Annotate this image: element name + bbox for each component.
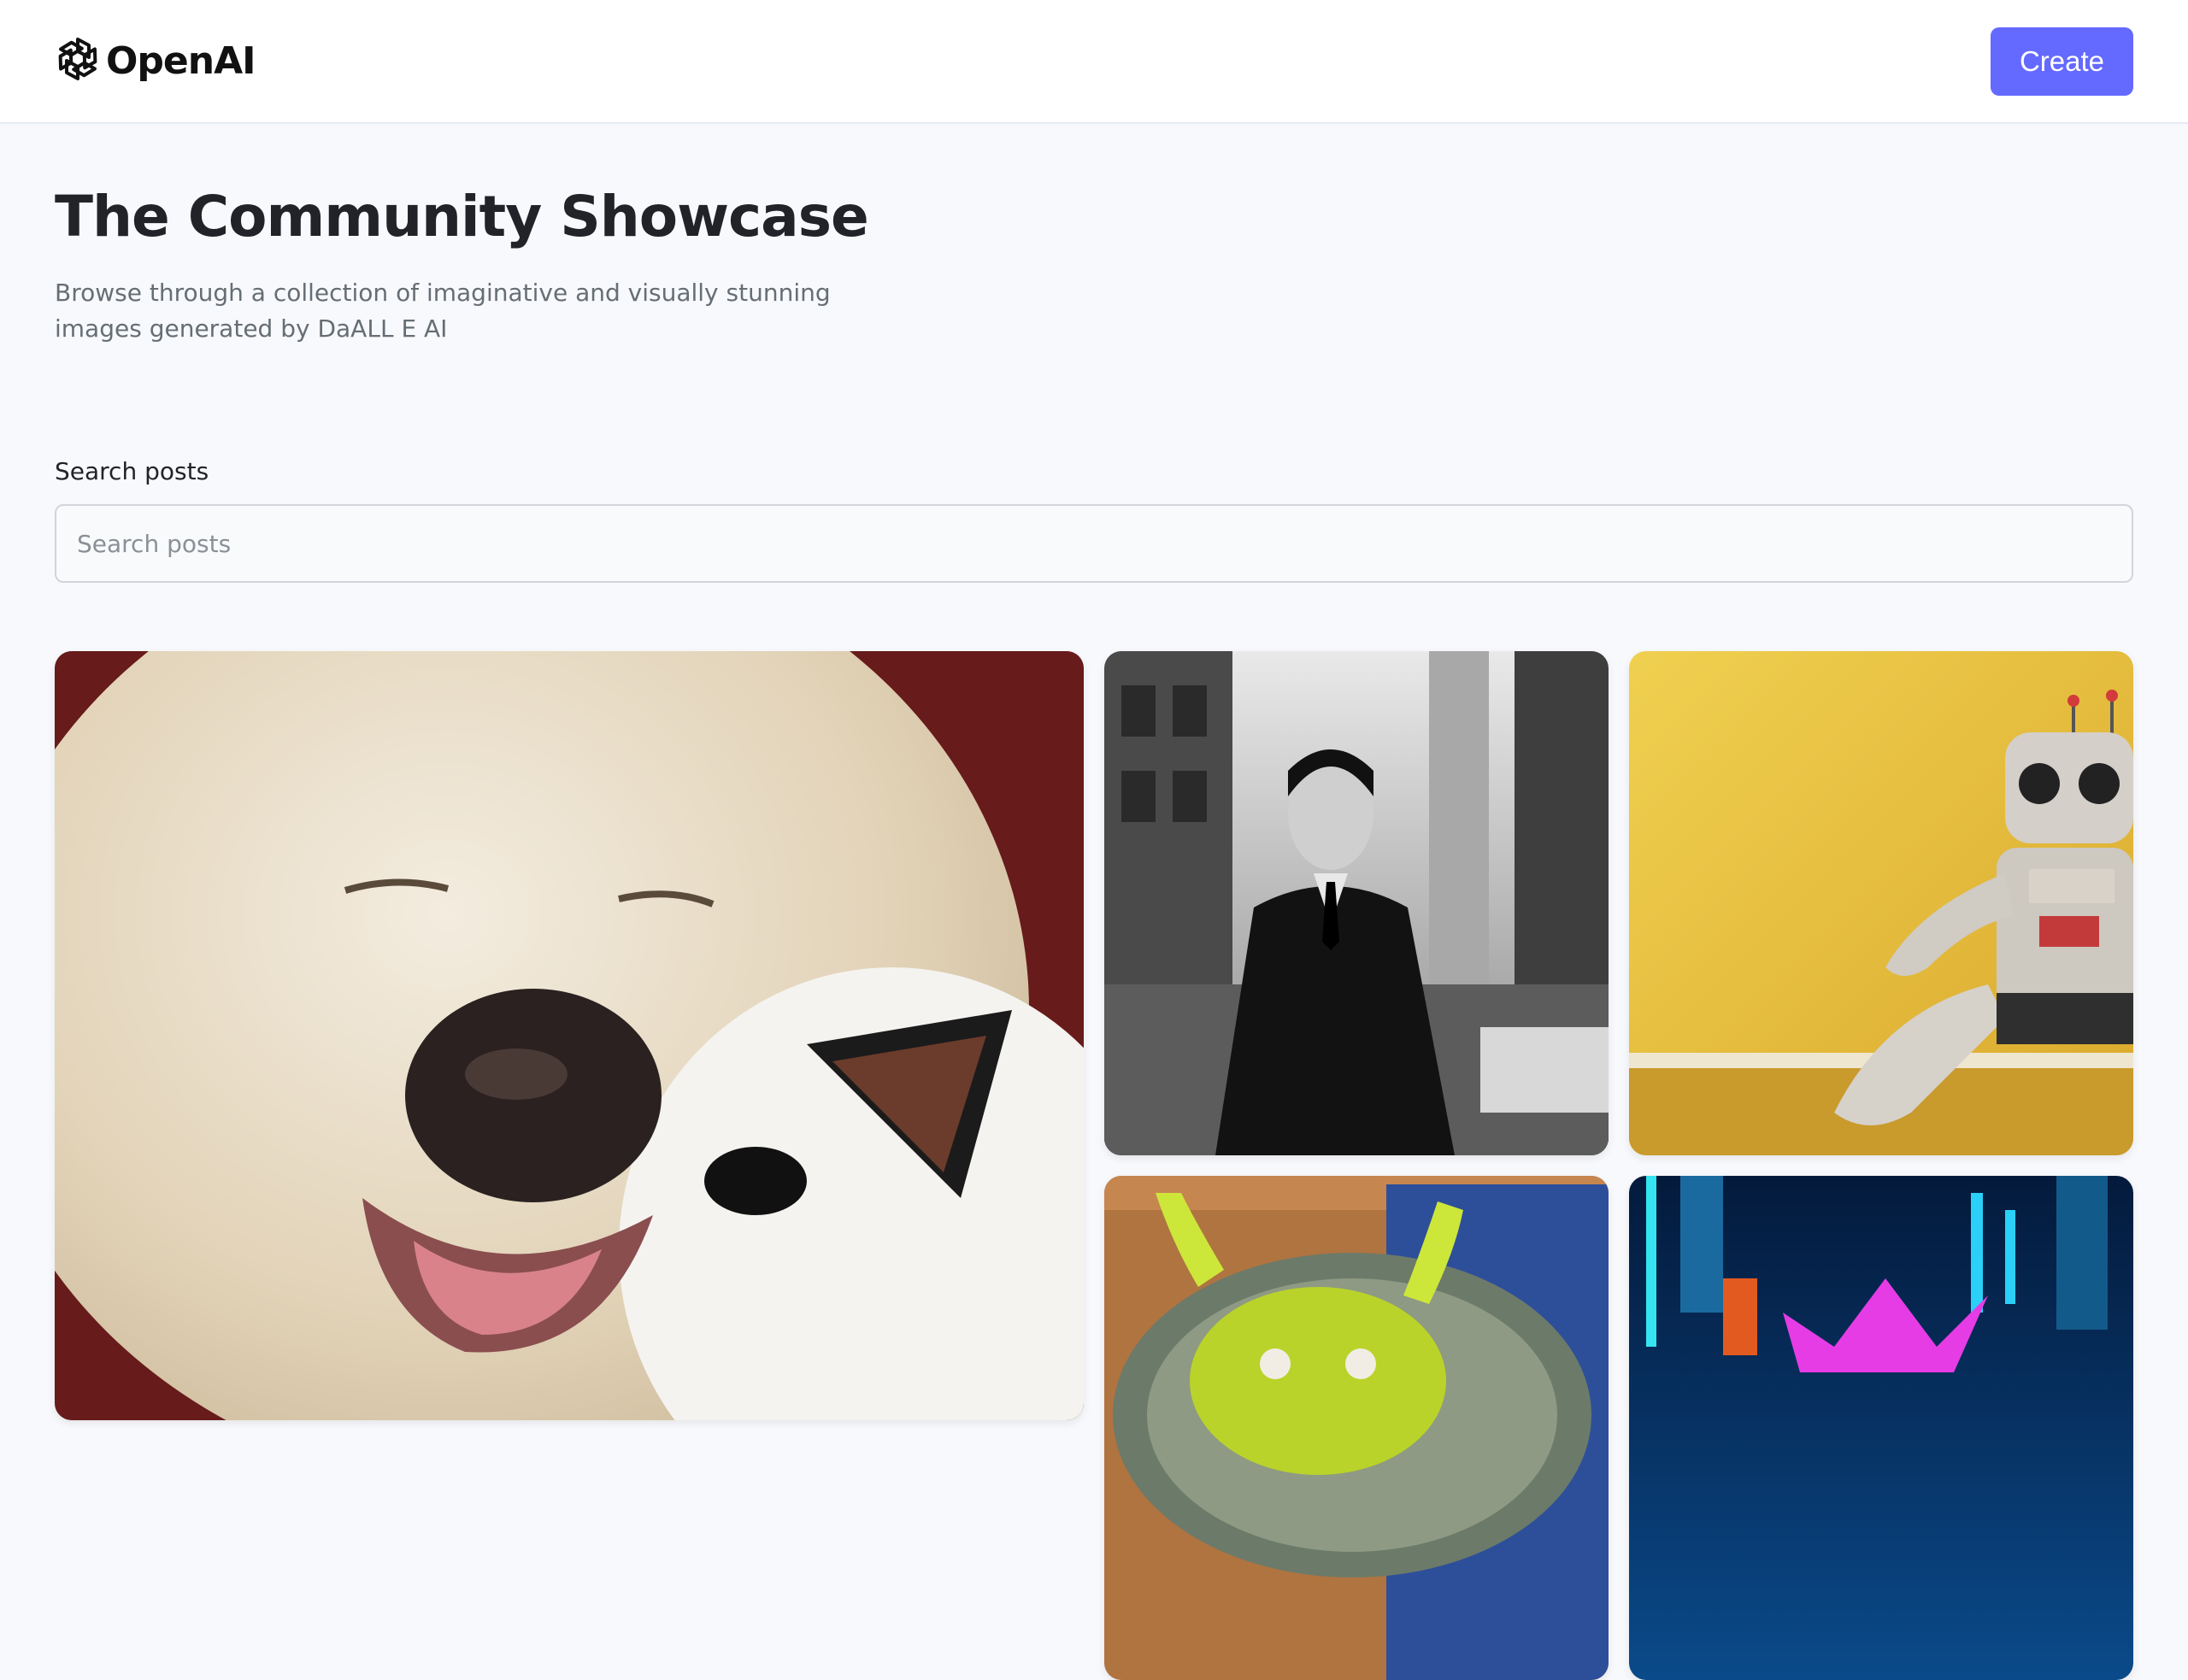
gallery-card-dog-and-cat[interactable] <box>55 651 1084 1420</box>
neon-city-image <box>1629 1176 2133 1680</box>
toy-robot-image <box>1629 651 2133 1155</box>
create-button[interactable]: Create <box>1991 26 2133 96</box>
gallery-card-man-in-city[interactable] <box>1104 651 1609 1155</box>
dog-cat-image <box>55 651 1084 1420</box>
man-city-image <box>1104 651 1609 1155</box>
crochet-monster-image <box>1104 1176 1609 1680</box>
search-input[interactable] <box>55 504 2133 583</box>
brand-name: OpenAI <box>106 39 256 83</box>
page-subtitle: Browse through a collection of imaginati… <box>55 279 831 343</box>
gallery-card-neon-city[interactable] <box>1629 1176 2133 1680</box>
top-navbar: OpenAI Create <box>0 0 2188 124</box>
openai-logo[interactable]: OpenAI <box>55 35 256 87</box>
gallery-card-crochet-monster[interactable] <box>1104 1176 1609 1680</box>
gallery-card-toy-robot[interactable] <box>1629 651 2133 1155</box>
search-label: Search posts <box>55 457 209 485</box>
page-title: The Community Showcase <box>55 184 869 250</box>
openai-icon <box>55 35 101 87</box>
